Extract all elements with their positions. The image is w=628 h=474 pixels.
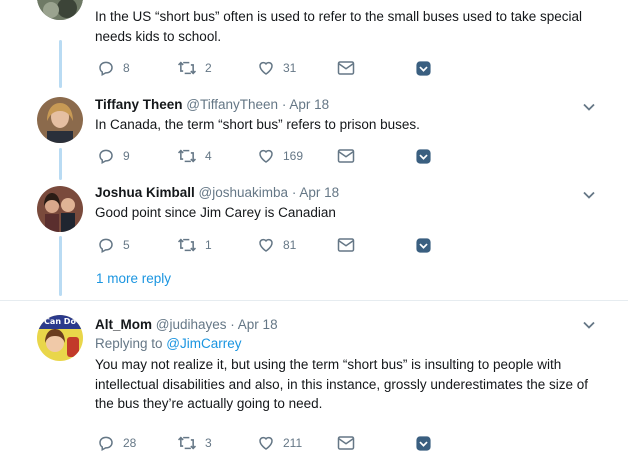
like-icon: [259, 436, 273, 450]
reply-icon: [99, 149, 113, 165]
user-handle[interactable]: @TiffanyTheen: [186, 97, 278, 112]
share-button[interactable]: [415, 235, 432, 255]
retweet-icon: [177, 61, 197, 75]
user-handle[interactable]: @joshuakimba: [199, 185, 289, 200]
reply-count: 5: [123, 238, 130, 252]
tweet-text: Good point since Jim Carey is Canadian: [95, 205, 336, 220]
separator-dot: ·: [230, 317, 235, 332]
tweet-actions: 9 4 169: [97, 146, 457, 168]
reply-count: 9: [123, 149, 130, 163]
retweet-button[interactable]: 1: [177, 235, 212, 255]
replying-to-prefix: Replying to: [95, 336, 167, 351]
reply-count: 28: [123, 436, 137, 450]
tweet-date[interactable]: Apr 18: [299, 185, 339, 200]
retweet-count: 3: [205, 436, 212, 450]
tweet-text: In Canada, the term “short bus” refers t…: [95, 117, 420, 132]
share-button[interactable]: [415, 146, 432, 166]
chevron-down-icon[interactable]: [582, 188, 596, 202]
reply-icon: [99, 238, 113, 254]
reply-button[interactable]: 5: [97, 235, 130, 255]
message-button[interactable]: [337, 58, 355, 78]
tweet-actions: 28 3 211: [97, 433, 457, 455]
reply-button[interactable]: 9: [97, 146, 130, 166]
like-icon: [259, 238, 273, 252]
share-button[interactable]: [415, 58, 432, 78]
tweet-date[interactable]: Apr 18: [238, 317, 278, 332]
retweet-count: 1: [205, 238, 212, 252]
retweet-icon: [177, 238, 197, 252]
display-name[interactable]: Alt_Mom: [95, 317, 152, 332]
retweet-icon: [177, 436, 197, 450]
like-button[interactable]: 211: [257, 433, 302, 453]
like-count: 211: [283, 436, 303, 450]
reply-icon: [99, 61, 113, 77]
avatar[interactable]: Can Do: [37, 315, 83, 361]
avatar-badge-text: Can Do: [44, 317, 76, 326]
tweet-3[interactable]: Can Do Alt_Mom @judihayes · Apr 18 Reply…: [0, 308, 628, 474]
like-button[interactable]: 169: [257, 146, 303, 166]
avatar[interactable]: [37, 186, 83, 232]
user-handle[interactable]: @judihayes: [156, 317, 227, 332]
share-icon: [416, 148, 431, 164]
reply-button[interactable]: 8: [97, 58, 130, 78]
retweet-count: 2: [205, 61, 212, 75]
display-name[interactable]: Tiffany Theen: [95, 97, 183, 112]
tweet-text: In the US “short bus” often is used to r…: [95, 9, 583, 44]
share-button[interactable]: [415, 433, 432, 453]
message-icon: [337, 149, 355, 163]
like-icon: [259, 61, 273, 75]
share-icon: [416, 60, 431, 76]
reply-count: 8: [123, 61, 130, 75]
more-replies-link[interactable]: 1 more reply: [96, 271, 171, 286]
avatar[interactable]: [37, 97, 83, 143]
retweet-count: 4: [205, 149, 212, 163]
share-icon: [416, 435, 431, 451]
like-icon: [259, 149, 273, 163]
share-icon: [416, 237, 431, 253]
message-icon: [337, 436, 355, 450]
separator-dot: ·: [291, 185, 297, 200]
message-button[interactable]: [337, 146, 355, 166]
tweet-text: You may not realize it, but using the te…: [95, 357, 589, 411]
tweet-0[interactable]: In the US “short bus” often is used to r…: [0, 0, 628, 90]
retweet-button[interactable]: 2: [177, 58, 212, 78]
message-icon: [337, 238, 355, 252]
like-button[interactable]: 81: [257, 235, 296, 255]
chevron-down-icon[interactable]: [582, 100, 596, 114]
message-button[interactable]: [337, 433, 355, 453]
message-button[interactable]: [337, 235, 355, 255]
like-count: 169: [283, 149, 304, 163]
like-count: 81: [283, 238, 297, 252]
replying-to-link[interactable]: @JimCarrey: [166, 336, 241, 351]
reply-icon: [99, 436, 113, 452]
like-count: 31: [283, 61, 297, 75]
reply-button[interactable]: 28: [97, 433, 136, 453]
tweet-actions: 5 1 81: [97, 235, 457, 257]
display-name[interactable]: Joshua Kimball: [95, 185, 195, 200]
retweet-button[interactable]: 4: [177, 146, 212, 166]
separator-dot: ·: [281, 97, 287, 112]
like-button[interactable]: 31: [257, 58, 296, 78]
replying-to: Replying to @JimCarrey: [95, 335, 588, 353]
avatar[interactable]: [37, 0, 83, 20]
chevron-down-icon[interactable]: [582, 318, 596, 332]
tweet-2[interactable]: Joshua Kimball @joshuakimba · Apr 18 Goo…: [0, 178, 628, 268]
message-icon: [337, 61, 355, 75]
tweet-actions: 8 2 31: [97, 58, 457, 80]
divider: [0, 300, 628, 301]
tweet-date[interactable]: Apr 18: [289, 97, 329, 112]
tweet-1[interactable]: Tiffany Theen @TiffanyTheen · Apr 18 In …: [0, 90, 628, 180]
retweet-button[interactable]: 3: [177, 433, 212, 453]
retweet-icon: [177, 149, 197, 163]
